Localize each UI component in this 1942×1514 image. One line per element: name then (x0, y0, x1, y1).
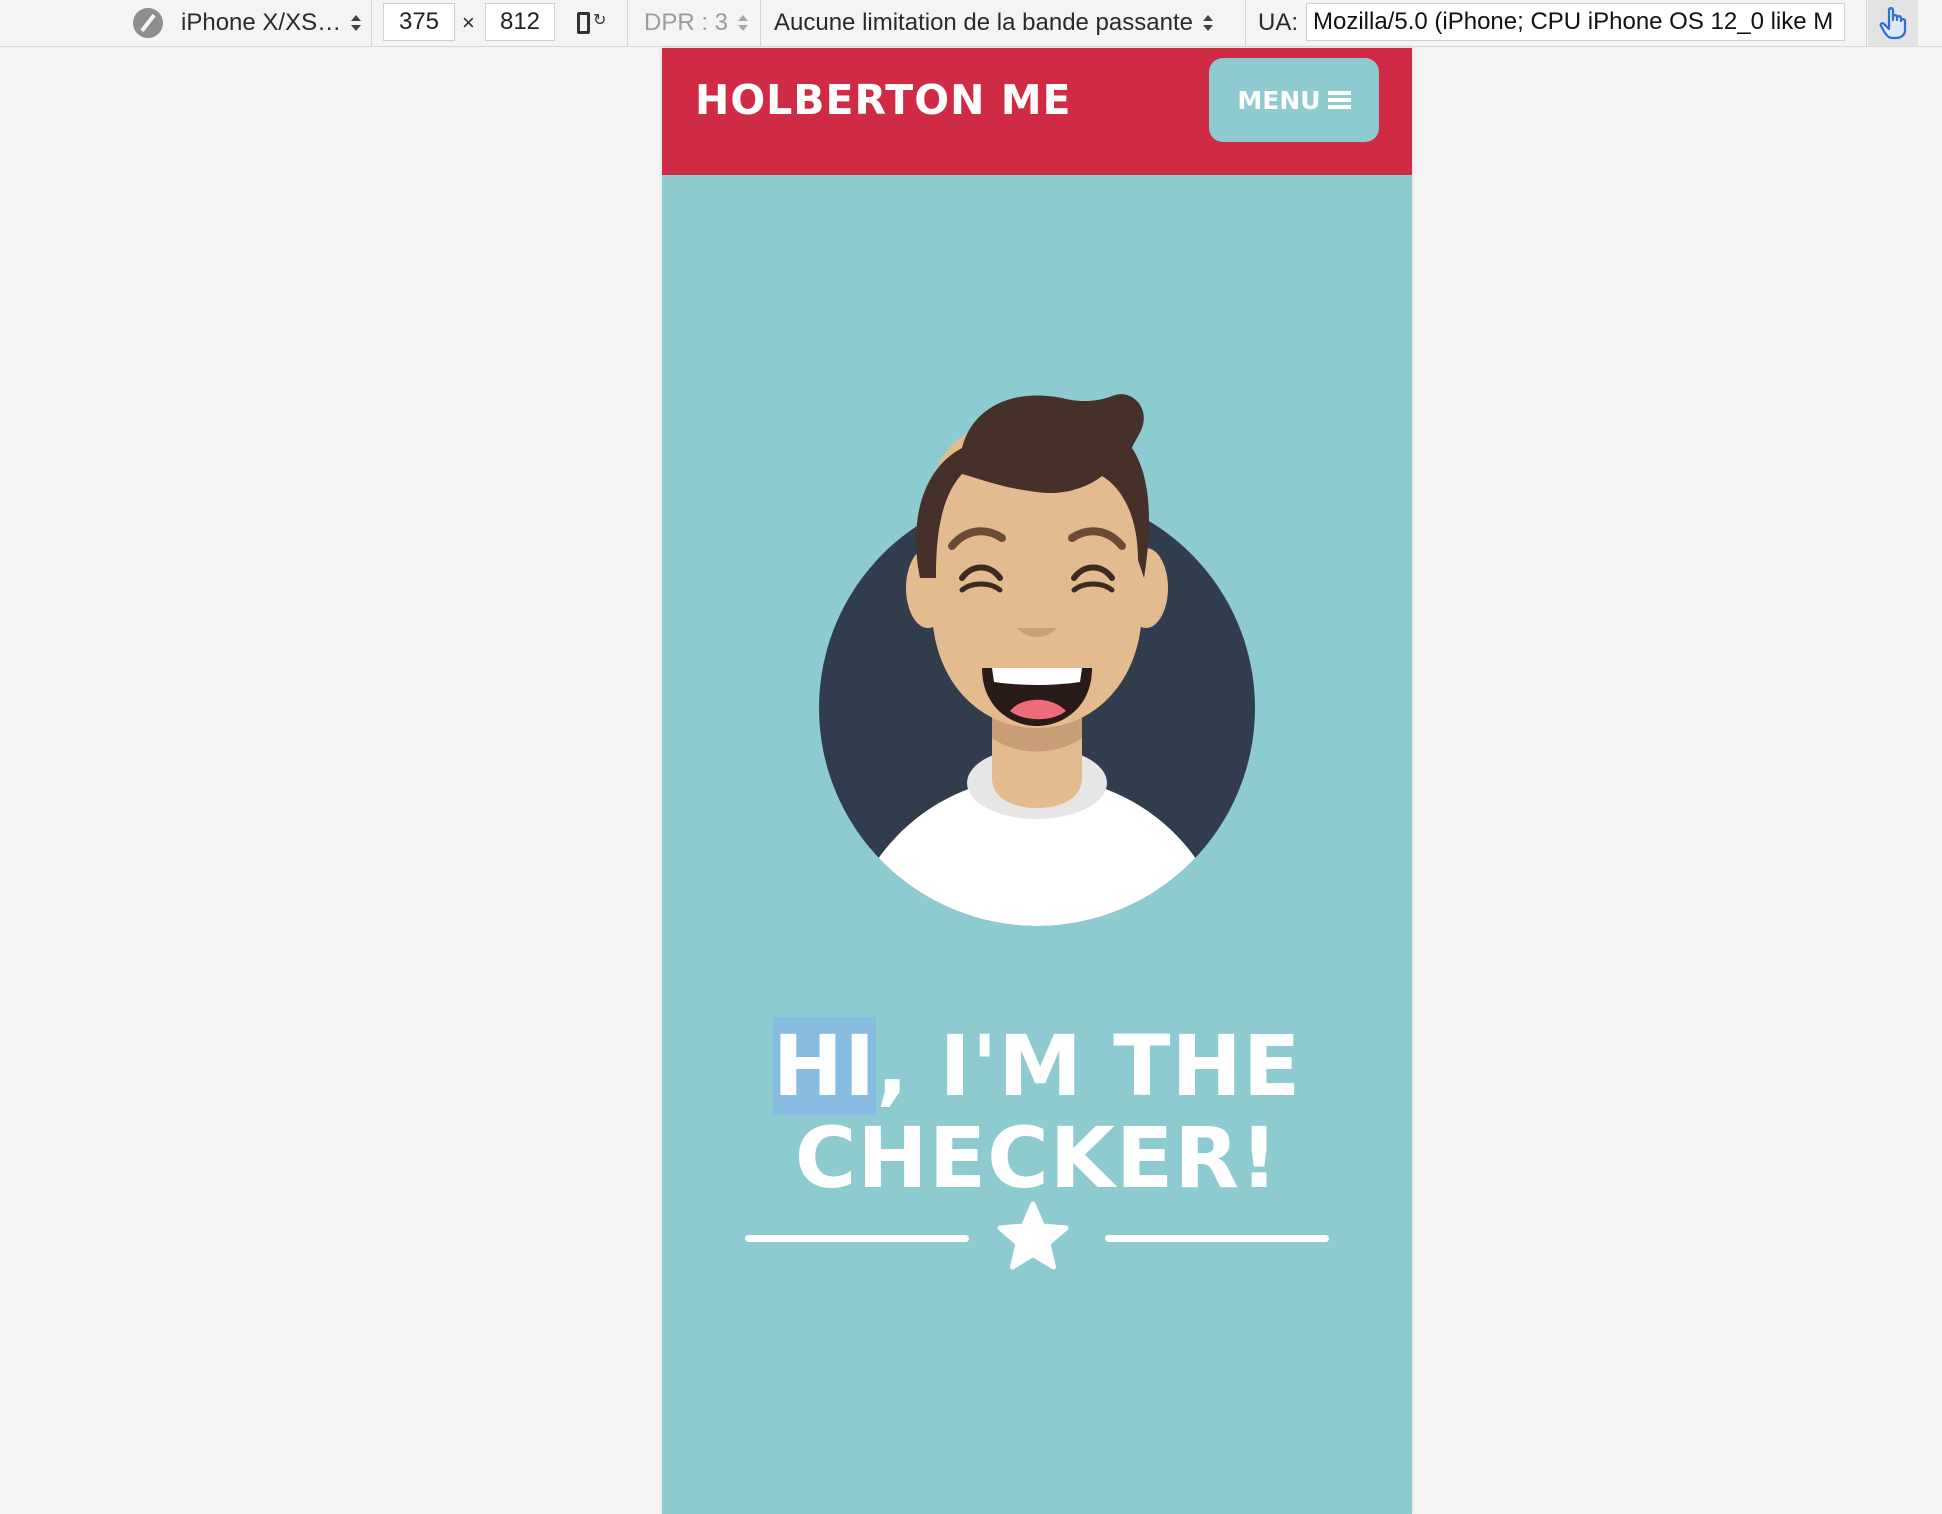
hero-heading: HI, I'M THE CHECKER! (662, 1017, 1412, 1208)
touch-simulation-button[interactable] (1868, 0, 1918, 46)
responsive-toolbar: iPhone X/XS… 375 × 812 ↻ DPR : 3 Aucune … (0, 0, 1942, 47)
throttling-label: Aucune limitation de la bande passante (774, 9, 1193, 36)
menu-button-label: MENU (1237, 85, 1321, 115)
avatar (819, 394, 1255, 926)
menu-button[interactable]: MENU (1209, 58, 1379, 142)
dpr-label: DPR : 3 (644, 9, 729, 36)
chevron-updown-icon (1202, 14, 1213, 32)
rotate-icon[interactable]: ↻ (577, 0, 606, 46)
device-viewport: HOLBERTON ME MENU HI, I'M THE CHECKER! (662, 48, 1412, 1514)
height-input[interactable]: 812 (485, 3, 555, 41)
throttling-select[interactable]: Aucune limitation de la bande passante (774, 0, 1213, 46)
device-select[interactable]: iPhone X/XS… (181, 0, 362, 46)
divider-line-right (1105, 1235, 1329, 1242)
hamburger-icon (1327, 91, 1351, 109)
star-icon (997, 1201, 1069, 1270)
touch-icon (1879, 7, 1907, 40)
chevron-updown-icon (738, 14, 749, 32)
divider (371, 0, 372, 46)
divider (627, 0, 628, 46)
hero-line1: , I'M THE (876, 1017, 1302, 1116)
site-logo[interactable]: HOLBERTON ME (695, 48, 1072, 152)
width-input[interactable]: 375 (383, 3, 455, 41)
star-divider (742, 1198, 1332, 1278)
ua-label: UA: (1258, 9, 1299, 36)
device-select-label: iPhone X/XS… (181, 9, 342, 36)
site-header: HOLBERTON ME MENU (662, 48, 1412, 175)
hero-line2: CHECKER! (794, 1109, 1280, 1208)
chevron-updown-icon (351, 14, 362, 32)
divider (760, 0, 761, 46)
divider (1245, 0, 1246, 46)
user-agent-input[interactable]: Mozilla/5.0 (iPhone; CPU iPhone OS 12_0 … (1306, 3, 1845, 41)
compass-icon[interactable] (133, 0, 163, 46)
dpr-select[interactable]: DPR : 3 (644, 0, 749, 46)
text-selection: HI (772, 1017, 877, 1116)
divider (1866, 0, 1867, 46)
times-sign: × (462, 10, 475, 35)
divider-line-left (745, 1235, 969, 1242)
